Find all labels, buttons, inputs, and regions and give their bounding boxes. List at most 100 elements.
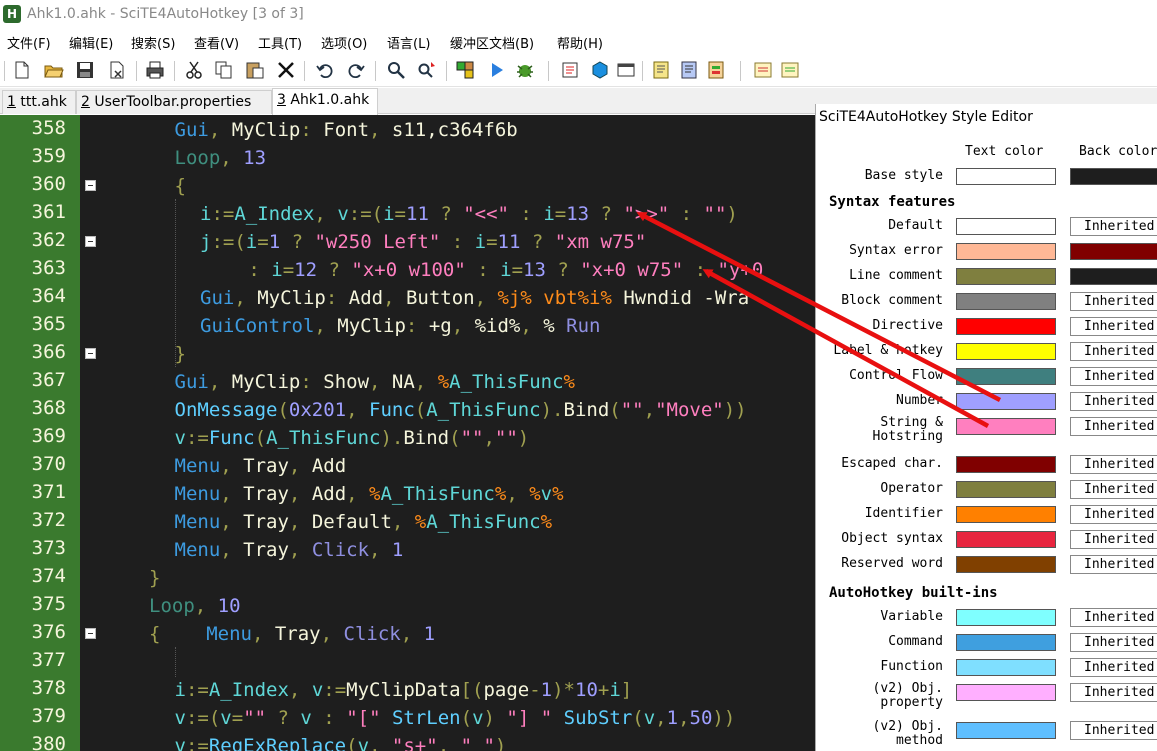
tab-ttt-ahk[interactable]: 1 ttt.ahk <box>2 90 76 114</box>
print-icon[interactable] <box>144 59 166 81</box>
inherited-back-color-button[interactable]: Inherited <box>1070 505 1157 524</box>
code-token: % <box>543 315 567 337</box>
inherited-back-color-button[interactable]: Inherited <box>1070 658 1157 677</box>
menu-view[interactable]: 查看(V) <box>194 33 239 52</box>
inherited-back-color-button[interactable]: Inherited <box>1070 480 1157 499</box>
fold-toggle-icon[interactable] <box>85 236 96 247</box>
code-token: "x+0 w75" <box>580 259 684 281</box>
inherited-back-color-button[interactable]: Inherited <box>1070 392 1157 411</box>
inherited-back-color-button[interactable]: Inherited <box>1070 417 1157 436</box>
inherited-back-color-button[interactable]: Inherited <box>1070 683 1157 702</box>
base-text-color-swatch[interactable] <box>956 168 1056 185</box>
code-token: Gui <box>174 371 209 393</box>
menu-options[interactable]: 选项(O) <box>321 33 367 52</box>
text-color-swatch[interactable] <box>956 531 1056 548</box>
menu-tools[interactable]: 工具(T) <box>258 33 302 52</box>
save-icon[interactable] <box>74 59 96 81</box>
fold-toggle-icon[interactable] <box>85 628 96 639</box>
inherited-back-color-button[interactable]: Inherited <box>1070 342 1157 361</box>
text-color-swatch[interactable] <box>956 393 1056 410</box>
debug-icon[interactable] <box>514 59 536 81</box>
text-color-swatch[interactable] <box>956 556 1056 573</box>
inherited-back-color-button[interactable]: Inherited <box>1070 217 1157 236</box>
run-icon[interactable] <box>486 59 508 81</box>
text-color-swatch[interactable] <box>956 368 1056 385</box>
code-line: { <box>175 172 186 200</box>
close-file-icon[interactable] <box>106 59 128 81</box>
toolbar-separator <box>136 61 137 81</box>
text-color-swatch[interactable] <box>956 456 1056 473</box>
back-color-swatch[interactable] <box>1070 243 1157 260</box>
inherited-back-color-button[interactable]: Inherited <box>1070 555 1157 574</box>
base-back-color-swatch[interactable] <box>1070 168 1157 185</box>
text-color-swatch[interactable] <box>956 609 1056 626</box>
redo-icon[interactable] <box>345 59 367 81</box>
code-token: Add <box>348 287 384 309</box>
macro-icon[interactable] <box>454 59 476 81</box>
menu-search[interactable]: 搜索(S) <box>131 33 175 52</box>
text-color-swatch[interactable] <box>956 634 1056 651</box>
code-area[interactable]: Gui, MyClip: Font, s11,c364f6b Loop, 13{i… <box>100 115 815 751</box>
toolbar-separator <box>375 61 376 81</box>
text-color-swatch[interactable] <box>956 481 1056 498</box>
fold-toggle-icon[interactable] <box>85 180 96 191</box>
menu-language[interactable]: 语言(L) <box>387 33 430 52</box>
text-color-swatch[interactable] <box>956 418 1056 435</box>
theme-icon[interactable] <box>752 59 774 81</box>
inherited-back-color-button[interactable]: Inherited <box>1070 721 1157 740</box>
code-line: i:=A_Index, v:=MyClipData[(page-1)*10+i] <box>175 676 633 704</box>
inherited-back-color-button[interactable]: Inherited <box>1070 317 1157 336</box>
line-number: 365 <box>31 313 66 335</box>
inherited-back-color-button[interactable]: Inherited <box>1070 455 1157 474</box>
inherited-back-color-button[interactable]: Inherited <box>1070 530 1157 549</box>
menu-buffers[interactable]: 缓冲区文档(B) <box>450 33 534 52</box>
text-color-swatch[interactable] <box>956 684 1056 701</box>
fold-toggle-icon[interactable] <box>85 348 96 359</box>
find-icon[interactable] <box>385 59 407 81</box>
text-color-swatch[interactable] <box>956 343 1056 360</box>
undo-icon[interactable] <box>314 59 336 81</box>
code-line: Gui, MyClip: Add, Button, %j% vbt%i% Hwn… <box>200 284 749 312</box>
delete-icon[interactable] <box>275 59 297 81</box>
cut-icon[interactable] <box>183 59 205 81</box>
note-3-icon[interactable] <box>705 59 727 81</box>
back-color-swatch[interactable] <box>1070 268 1157 285</box>
menu-help[interactable]: 帮助(H) <box>557 33 603 52</box>
text-color-swatch[interactable] <box>956 722 1056 739</box>
copy-icon[interactable] <box>213 59 235 81</box>
properties-icon[interactable] <box>560 59 582 81</box>
code-token: := <box>185 427 209 449</box>
text-color-swatch[interactable] <box>956 506 1056 523</box>
text-color-swatch[interactable] <box>956 268 1056 285</box>
code-token: , <box>506 483 530 505</box>
object-icon[interactable] <box>589 59 611 81</box>
code-token: Menu <box>174 483 221 505</box>
inherited-back-color-button[interactable]: Inherited <box>1070 292 1157 311</box>
code-token: , <box>288 511 312 533</box>
code-token: ] <box>620 679 633 701</box>
window-icon[interactable] <box>615 59 637 81</box>
note-icon[interactable] <box>650 59 672 81</box>
text-color-swatch[interactable] <box>956 293 1056 310</box>
code-token: MyClip <box>231 119 301 141</box>
text-color-swatch[interactable] <box>956 243 1056 260</box>
fold-margin[interactable] <box>80 115 100 751</box>
inherited-back-color-button[interactable]: Inherited <box>1070 608 1157 627</box>
theme-2-icon[interactable] <box>779 59 801 81</box>
code-editor[interactable]: 358 359 360 361 362 363 364 365 366 367 368 369 370 3… <box>0 115 815 751</box>
open-folder-icon[interactable] <box>43 59 65 81</box>
text-color-swatch[interactable] <box>956 659 1056 676</box>
code-line: Menu, Tray, Click, 1 <box>175 536 404 564</box>
inherited-back-color-button[interactable]: Inherited <box>1070 633 1157 652</box>
text-color-swatch[interactable] <box>956 318 1056 335</box>
paste-icon[interactable] <box>244 59 266 81</box>
new-file-icon[interactable] <box>11 59 33 81</box>
menu-file[interactable]: 文件(F) <box>7 33 51 52</box>
tab-usertoolbar-properties[interactable]: 2 UserToolbar.properties <box>76 90 272 114</box>
tab-ahk1-0-ahk[interactable]: 3 Ahk1.0.ahk <box>272 88 378 115</box>
replace-icon[interactable] <box>416 59 438 81</box>
menu-edit[interactable]: 编辑(E) <box>69 33 113 52</box>
text-color-swatch[interactable] <box>956 218 1056 235</box>
inherited-back-color-button[interactable]: Inherited <box>1070 367 1157 386</box>
note-2-icon[interactable] <box>678 59 700 81</box>
